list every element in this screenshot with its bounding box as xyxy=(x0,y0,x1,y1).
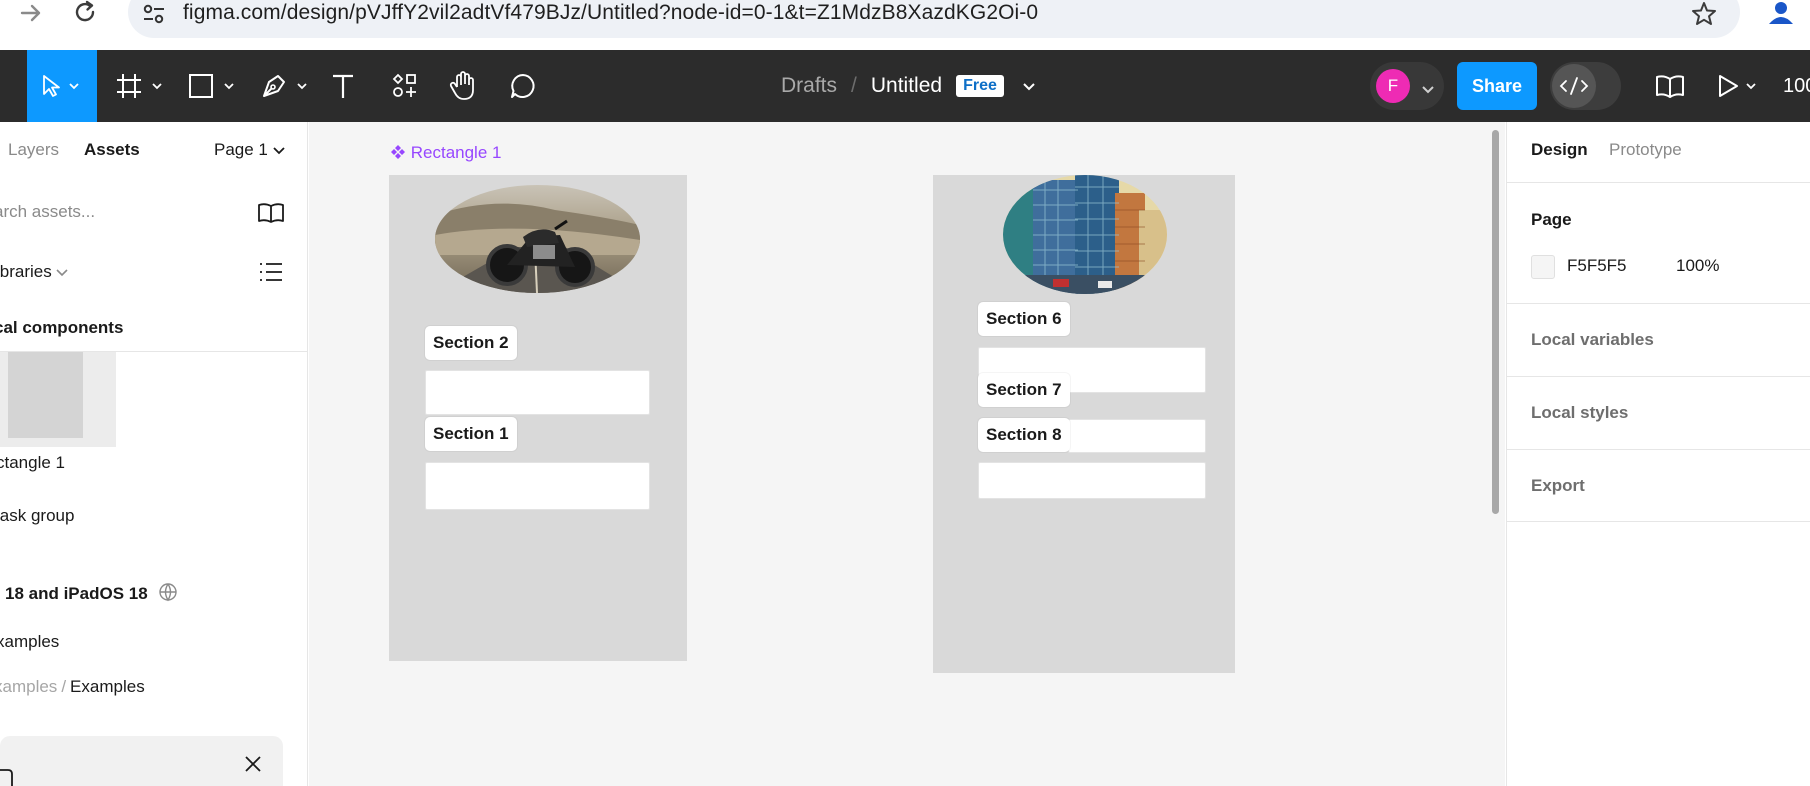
panel-divider xyxy=(1507,449,1810,450)
comment-tool[interactable] xyxy=(507,50,539,122)
plan-badge: Free xyxy=(956,75,1004,97)
book-icon xyxy=(0,768,14,786)
export-section[interactable]: Export xyxy=(1531,476,1585,496)
section-label[interactable]: Section 2 xyxy=(425,326,517,360)
page-color-hex[interactable]: F5F5F5 xyxy=(1567,256,1627,276)
site-settings-icon[interactable] xyxy=(141,2,167,26)
section-label[interactable]: Section 8 xyxy=(978,418,1070,452)
mask-group-item[interactable]: lask group xyxy=(0,506,74,526)
main-menu-chevron-icon[interactable] xyxy=(0,0,14,72)
library-breadcrumb: xamples / Examples xyxy=(0,677,145,697)
left-panel: Layers Assets Page 1 arch assets... ibra… xyxy=(0,122,308,786)
local-components-heading: cal components xyxy=(0,318,124,337)
section-box[interactable] xyxy=(425,370,650,415)
list-view-icon[interactable] xyxy=(259,261,283,288)
crumb-current: Examples xyxy=(70,677,145,696)
right-panel: Design Prototype Page F5F5F5 100% Local … xyxy=(1506,122,1810,786)
present-play-icon[interactable] xyxy=(1714,50,1764,122)
resources-tool[interactable] xyxy=(390,50,420,122)
page-heading: Page xyxy=(1531,210,1572,229)
section-label[interactable]: Section 7 xyxy=(978,373,1070,407)
url-text[interactable]: figma.com/design/pVJffY2vil2adtVf479BJz/… xyxy=(183,1,1038,25)
libraries-label: ibraries xyxy=(0,262,52,281)
component-name[interactable]: ctangle 1 xyxy=(0,453,65,473)
pen-tool[interactable] xyxy=(258,50,314,122)
local-variables-button[interactable]: Local variables xyxy=(1531,330,1654,350)
breadcrumb-drafts[interactable]: Drafts xyxy=(781,74,837,98)
file-title[interactable]: Untitled xyxy=(871,74,942,98)
panel-divider xyxy=(1507,303,1810,304)
search-assets-input[interactable]: arch assets... xyxy=(0,202,95,222)
section-box[interactable] xyxy=(425,462,650,510)
motorcycle-image[interactable] xyxy=(435,185,640,293)
chevron-down-icon xyxy=(56,269,69,277)
component-thumbnail[interactable] xyxy=(0,352,116,447)
ios-library-heading[interactable]: 18 and iPadOS 18 xyxy=(5,582,178,604)
figma-window: figma.com/design/pVJffY2vil2adtVf479BJz/… xyxy=(0,0,1810,786)
component-preview xyxy=(8,352,83,438)
crumb-parent[interactable]: xamples xyxy=(0,677,57,696)
breadcrumb-separator: / xyxy=(851,74,857,97)
info-card xyxy=(0,736,283,786)
section-box[interactable] xyxy=(978,462,1206,499)
canvas-scrollbar[interactable] xyxy=(1492,130,1499,514)
page-selector[interactable]: Page 1 xyxy=(214,140,285,160)
tab-layers[interactable]: Layers xyxy=(8,140,59,160)
profile-icon[interactable] xyxy=(1766,0,1796,28)
bookmark-star-icon[interactable] xyxy=(1690,0,1720,28)
ios-library-label: 18 and iPadOS 18 xyxy=(5,584,148,603)
section-label[interactable]: Section 6 xyxy=(978,302,1070,336)
section-box[interactable] xyxy=(1068,419,1206,453)
file-breadcrumb: Drafts / Untitled Free xyxy=(781,50,1036,122)
share-button[interactable]: Share xyxy=(1457,62,1537,110)
globe-icon xyxy=(159,583,178,602)
reload-icon[interactable] xyxy=(72,0,102,30)
section-label[interactable]: Section 1 xyxy=(425,417,517,451)
page-selector-label: Page 1 xyxy=(214,140,268,159)
close-icon[interactable] xyxy=(243,754,263,779)
browser-bar: figma.com/design/pVJffY2vil2adtVf479BJz/… xyxy=(0,0,1810,50)
building-image[interactable] xyxy=(1003,175,1167,294)
panel-divider xyxy=(1507,521,1810,522)
local-styles-section[interactable]: Local styles xyxy=(1531,403,1628,423)
tab-design[interactable]: Design xyxy=(1531,140,1588,160)
page-color-swatch[interactable] xyxy=(1531,255,1555,279)
panel-divider xyxy=(1507,376,1810,377)
zoom-level[interactable]: 100 xyxy=(1783,50,1810,122)
avatar[interactable]: F xyxy=(1376,69,1410,103)
library-book-icon[interactable] xyxy=(1653,50,1687,122)
text-tool[interactable] xyxy=(328,50,358,122)
tab-prototype[interactable]: Prototype xyxy=(1609,140,1682,160)
hand-tool[interactable] xyxy=(447,50,479,122)
library-book-icon[interactable] xyxy=(257,202,285,229)
tab-assets[interactable]: Assets xyxy=(84,140,140,160)
chevron-down-icon xyxy=(272,147,285,155)
panel-divider xyxy=(1507,182,1810,183)
move-tool[interactable] xyxy=(27,50,97,122)
component-icon xyxy=(391,145,405,159)
crumb-separator: / xyxy=(61,677,67,696)
component-label[interactable]: Rectangle 1 xyxy=(390,143,501,163)
shape-tool[interactable] xyxy=(185,50,241,122)
examples-item[interactable]: xamples xyxy=(0,632,59,652)
page-color-opacity[interactable]: 100% xyxy=(1676,256,1719,276)
dev-mode-knob xyxy=(1552,64,1596,108)
forward-arrow-icon[interactable] xyxy=(18,0,48,30)
avatar-chevron-icon[interactable] xyxy=(1421,82,1435,100)
libraries-dropdown[interactable]: ibraries xyxy=(0,262,69,282)
frame-tool[interactable] xyxy=(113,50,169,122)
component-label-text: Rectangle 1 xyxy=(410,143,502,162)
chevron-down-icon[interactable] xyxy=(1022,74,1036,98)
